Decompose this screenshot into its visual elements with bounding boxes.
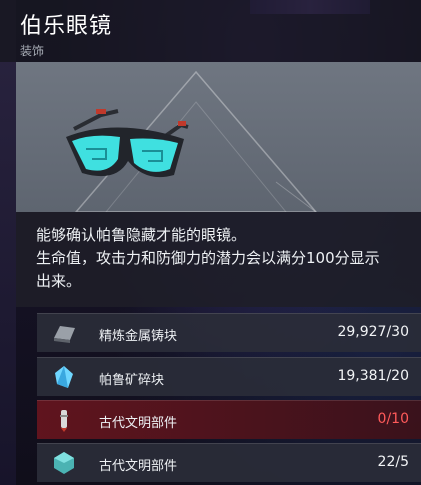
material-name: 古代文明部件	[99, 459, 178, 474]
material-row-refined-ingot: 精炼金属铸块 29,927/30	[37, 313, 421, 352]
material-row-ancient-part-insufficient: 古代文明部件 0/10	[37, 400, 421, 439]
item-category: 装饰	[20, 44, 45, 58]
description-line: 生命值，攻击力和防御力的潜力会以满分100分显示	[36, 249, 380, 267]
material-row-ancient-core: 古代文明部件 22/5	[37, 443, 421, 482]
material-name: 帕鲁矿碎块	[99, 373, 165, 388]
item-image-panel	[16, 62, 421, 212]
material-count: 22/5	[377, 454, 409, 470]
goggles-icon	[66, 109, 189, 178]
background-left-strip	[0, 0, 16, 485]
material-row-pal-crystal: 帕鲁矿碎块 19,381/20	[37, 357, 421, 396]
material-count: 29,927/30	[337, 324, 409, 340]
material-count: 0/10	[377, 411, 409, 427]
item-header: 伯乐眼镜 装饰	[0, 0, 421, 62]
material-count: 19,381/20	[337, 368, 409, 384]
pal-crystal-icon	[55, 366, 73, 388]
ancient-core-icon	[54, 452, 74, 474]
ancient-part-icon	[60, 410, 68, 432]
metal-ingot-icon	[54, 326, 75, 343]
item-title: 伯乐眼镜	[20, 14, 113, 39]
material-name: 古代文明部件	[99, 416, 178, 431]
material-name: 精炼金属铸块	[99, 329, 178, 344]
item-description: 能够确认帕鲁隐藏才能的眼镜。 生命值，攻击力和防御力的潜力会以满分100分显示 …	[16, 212, 421, 307]
description-line: 出来。	[36, 272, 82, 290]
description-line: 能够确认帕鲁隐藏才能的眼镜。	[36, 226, 247, 244]
